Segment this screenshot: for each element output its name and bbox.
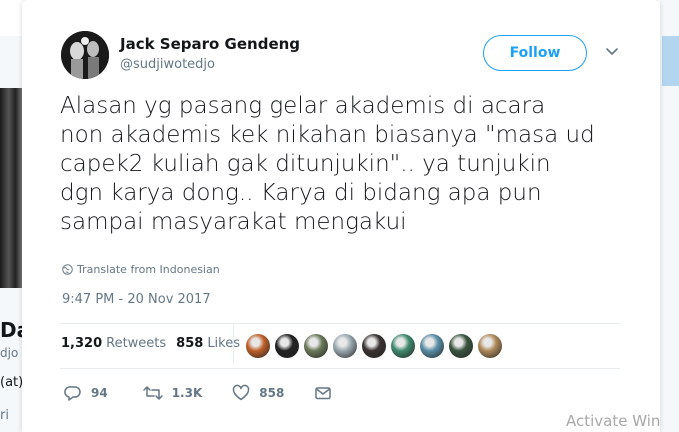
liker-avatar[interactable] <box>420 334 444 358</box>
retweets-count[interactable]: 1,320 <box>61 336 102 351</box>
stats-divider <box>233 325 234 365</box>
os-activation-watermark: Activate Win <box>566 412 661 430</box>
tweet-stats: 1,320 Retweets 858 Likes <box>61 336 240 351</box>
retweets-label[interactable]: Retweets <box>106 336 166 351</box>
background-profile-photo <box>0 88 22 288</box>
background-profile-r: ri <box>0 408 9 423</box>
author-name[interactable]: Jack Separo Gendeng <box>120 35 300 53</box>
avatar-image <box>61 31 109 79</box>
tweet-text-line: sampai masyarakat mengakui <box>60 209 407 235</box>
tweet-text-line: capek2 kuliah gak ditunjukin".. ya tunju… <box>60 151 551 177</box>
liker-avatar[interactable] <box>391 334 415 358</box>
reply-button[interactable]: 94 <box>64 384 108 402</box>
follow-button[interactable]: Follow <box>483 35 587 71</box>
liker-avatar[interactable] <box>362 334 386 358</box>
divider <box>60 368 620 369</box>
retweet-count: 1.3K <box>171 386 203 400</box>
background-right-banner <box>662 36 679 86</box>
like-count: 858 <box>259 386 285 400</box>
tweet-text-line: dgn karya dong.. Karya di bidang apa pun <box>60 180 542 206</box>
liker-avatar[interactable] <box>304 334 328 358</box>
liker-avatar[interactable] <box>275 334 299 358</box>
tweet-actions: 94 1.3K 858 <box>64 384 341 402</box>
chevron-down-icon[interactable] <box>604 44 620 60</box>
tweet-card: Jack Separo Gendeng @sudjiwotedjo Follow… <box>22 0 660 432</box>
globe-icon <box>62 264 73 275</box>
likes-count[interactable]: 858 <box>176 336 203 351</box>
tweet-text: Alasan yg pasang gelar akademis di acara… <box>60 92 650 237</box>
reply-icon <box>64 386 81 401</box>
translate-label: Translate from Indonesian <box>77 263 220 276</box>
like-button[interactable]: 858 <box>232 384 284 402</box>
liker-avatar[interactable] <box>246 334 270 358</box>
author-handle[interactable]: @sudjiwotedjo <box>120 57 215 72</box>
likes-label[interactable]: Likes <box>207 336 240 351</box>
author-avatar[interactable] <box>61 31 109 79</box>
retweet-icon <box>142 386 163 400</box>
background-profile-at: (at) <box>0 375 22 390</box>
liker-avatar[interactable] <box>333 334 357 358</box>
direct-message-button[interactable] <box>314 384 341 402</box>
tweet-timestamp[interactable]: 9:47 PM - 20 Nov 2017 <box>62 292 211 307</box>
liker-avatars <box>246 334 502 358</box>
liker-avatar[interactable] <box>478 334 502 358</box>
tweet-text-line: Alasan yg pasang gelar akademis di acara <box>60 93 546 119</box>
liker-avatar[interactable] <box>449 334 473 358</box>
tweet-text-line: non akademis kek nikahan biasanya "masa … <box>60 122 595 148</box>
retweet-button[interactable]: 1.3K <box>142 384 203 402</box>
translate-link[interactable]: Translate from Indonesian <box>62 263 220 276</box>
background-profile-handle: djo <box>0 346 19 360</box>
reply-count: 94 <box>91 386 108 400</box>
divider <box>60 323 620 324</box>
heart-icon <box>233 384 250 401</box>
background-profile-name: Dar <box>0 318 22 342</box>
envelope-icon <box>315 387 332 400</box>
